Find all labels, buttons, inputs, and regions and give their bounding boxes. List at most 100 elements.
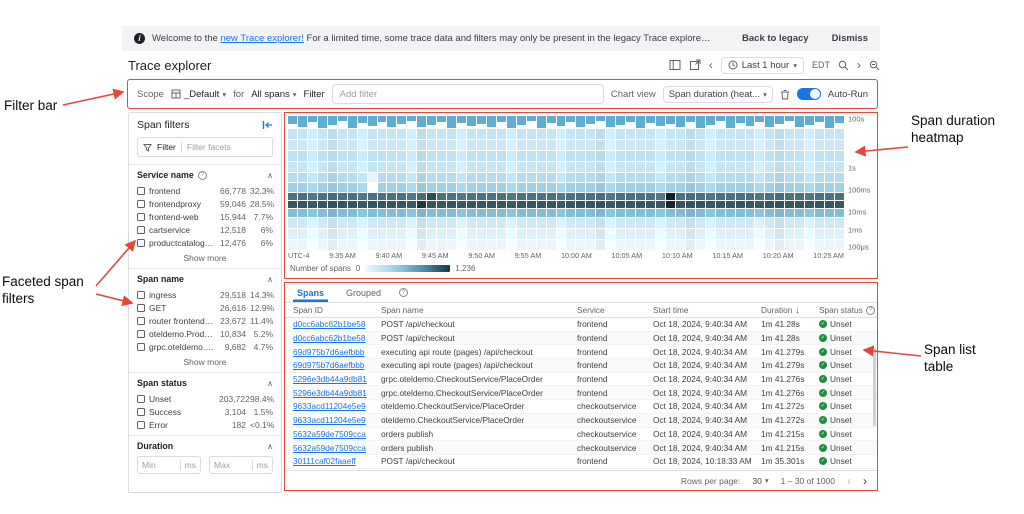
heatmap-cell[interactable]	[487, 183, 496, 192]
heatmap-cell[interactable]	[835, 151, 844, 161]
heatmap-cell[interactable]	[338, 173, 347, 182]
heatmap-cell[interactable]	[467, 183, 476, 192]
heatmap-cell[interactable]	[656, 240, 665, 250]
heatmap-cell[interactable]	[328, 240, 337, 250]
heatmap-cell[interactable]	[537, 173, 546, 182]
facet-checkbox[interactable]	[137, 421, 145, 429]
heatmap-cell[interactable]	[626, 240, 635, 250]
heatmap-cell[interactable]	[547, 140, 556, 150]
col-span-status[interactable]: Span status?	[819, 305, 877, 315]
heatmap-cell[interactable]	[835, 240, 844, 250]
heatmap-cell[interactable]	[656, 116, 665, 128]
heatmap-cell[interactable]	[407, 140, 416, 150]
heatmap-cell[interactable]	[586, 209, 595, 217]
heatmap-cell[interactable]	[378, 209, 387, 217]
heatmap-cell[interactable]	[686, 229, 695, 239]
table-row[interactable]: 69d975b7d6aefbbbexecuting api route (pag…	[285, 359, 877, 373]
heatmap-cell[interactable]	[596, 218, 605, 228]
facet-checkbox[interactable]	[137, 200, 145, 208]
heatmap-cell[interactable]	[586, 240, 595, 250]
heatmap-cell[interactable]	[596, 173, 605, 182]
heatmap-cell[interactable]	[467, 209, 476, 217]
heatmap-cell[interactable]	[527, 129, 536, 139]
heatmap-cell[interactable]	[387, 218, 396, 228]
heatmap-cell[interactable]	[825, 240, 834, 250]
heatmap-cell[interactable]	[447, 116, 456, 128]
heatmap-cell[interactable]	[646, 240, 655, 250]
heatmap-cell[interactable]	[746, 193, 755, 200]
heatmap-cell[interactable]	[557, 183, 566, 192]
heatmap-cell[interactable]	[805, 201, 814, 208]
heatmap-cell[interactable]	[467, 218, 476, 228]
heatmap-cell[interactable]	[417, 173, 426, 182]
heatmap-cell[interactable]	[676, 193, 685, 200]
heatmap-cell[interactable]	[775, 183, 784, 192]
heatmap-cell[interactable]	[825, 116, 834, 128]
heatmap-cell[interactable]	[557, 201, 566, 208]
heatmap-cell[interactable]	[407, 209, 416, 217]
heatmap-cell[interactable]	[785, 162, 794, 172]
facet-item[interactable]: productcatalogservice12,4766%	[137, 236, 273, 249]
heatmap-cell[interactable]	[636, 193, 645, 200]
heatmap-cell[interactable]	[566, 229, 575, 239]
next-page-button[interactable]: ›	[863, 474, 867, 488]
heatmap-cell[interactable]	[477, 229, 486, 239]
heatmap-cell[interactable]	[318, 218, 327, 228]
facet-item[interactable]: router frontend egress23,67211.4%	[137, 314, 273, 327]
heatmap-cell[interactable]	[378, 229, 387, 239]
facet-checkbox[interactable]	[137, 304, 145, 312]
col-span-id[interactable]: Span ID	[293, 305, 381, 315]
heatmap-cell[interactable]	[368, 173, 377, 182]
heatmap-cell[interactable]	[547, 229, 556, 239]
heatmap-cell[interactable]	[666, 240, 675, 250]
heatmap-cell[interactable]	[686, 183, 695, 192]
heatmap-cell[interactable]	[736, 193, 745, 200]
heatmap-cell[interactable]	[666, 162, 675, 172]
heatmap-cell[interactable]	[527, 229, 536, 239]
heatmap-cell[interactable]	[795, 173, 804, 182]
heatmap-cell[interactable]	[288, 129, 297, 139]
heatmap-cell[interactable]	[805, 209, 814, 217]
heatmap-cell[interactable]	[318, 173, 327, 182]
heatmap-cell[interactable]	[557, 240, 566, 250]
heatmap-cell[interactable]	[646, 116, 655, 128]
heatmap-cell[interactable]	[407, 218, 416, 228]
heatmap-cell[interactable]	[616, 140, 625, 150]
heatmap-cell[interactable]	[378, 151, 387, 161]
span-duration-heatmap[interactable]	[288, 116, 844, 250]
facet-checkbox[interactable]	[137, 395, 145, 403]
heatmap-cell[interactable]	[378, 129, 387, 139]
heatmap-cell[interactable]	[437, 218, 446, 228]
heatmap-cell[interactable]	[646, 151, 655, 161]
heatmap-cell[interactable]	[716, 218, 725, 228]
heatmap-cell[interactable]	[477, 129, 486, 139]
heatmap-cell[interactable]	[706, 201, 715, 208]
heatmap-cell[interactable]	[815, 116, 824, 128]
heatmap-cell[interactable]	[686, 201, 695, 208]
heatmap-cell[interactable]	[437, 201, 446, 208]
table-row[interactable]: 5632a59de7509ccaorders publishcheckoutse…	[285, 441, 877, 455]
spans-select[interactable]: All spans ▾	[251, 89, 296, 100]
heatmap-cell[interactable]	[557, 116, 566, 128]
heatmap-cell[interactable]	[815, 218, 824, 228]
heatmap-cell[interactable]	[497, 193, 506, 200]
heatmap-cell[interactable]	[547, 218, 556, 228]
col-start-time[interactable]: Start time	[653, 305, 761, 315]
heatmap-cell[interactable]	[606, 218, 615, 228]
heatmap-cell[interactable]	[646, 218, 655, 228]
heatmap-cell[interactable]	[457, 209, 466, 217]
heatmap-cell[interactable]	[288, 209, 297, 217]
auto-run-toggle[interactable]	[797, 88, 821, 100]
heatmap-cell[interactable]	[497, 129, 506, 139]
heatmap-cell[interactable]	[676, 116, 685, 128]
heatmap-cell[interactable]	[437, 116, 446, 128]
heatmap-cell[interactable]	[626, 116, 635, 128]
heatmap-cell[interactable]	[437, 140, 446, 150]
heatmap-cell[interactable]	[378, 218, 387, 228]
heatmap-cell[interactable]	[626, 183, 635, 192]
heatmap-cell[interactable]	[805, 229, 814, 239]
heatmap-cell[interactable]	[636, 162, 645, 172]
heatmap-cell[interactable]	[785, 229, 794, 239]
heatmap-cell[interactable]	[437, 162, 446, 172]
heatmap-cell[interactable]	[447, 193, 456, 200]
